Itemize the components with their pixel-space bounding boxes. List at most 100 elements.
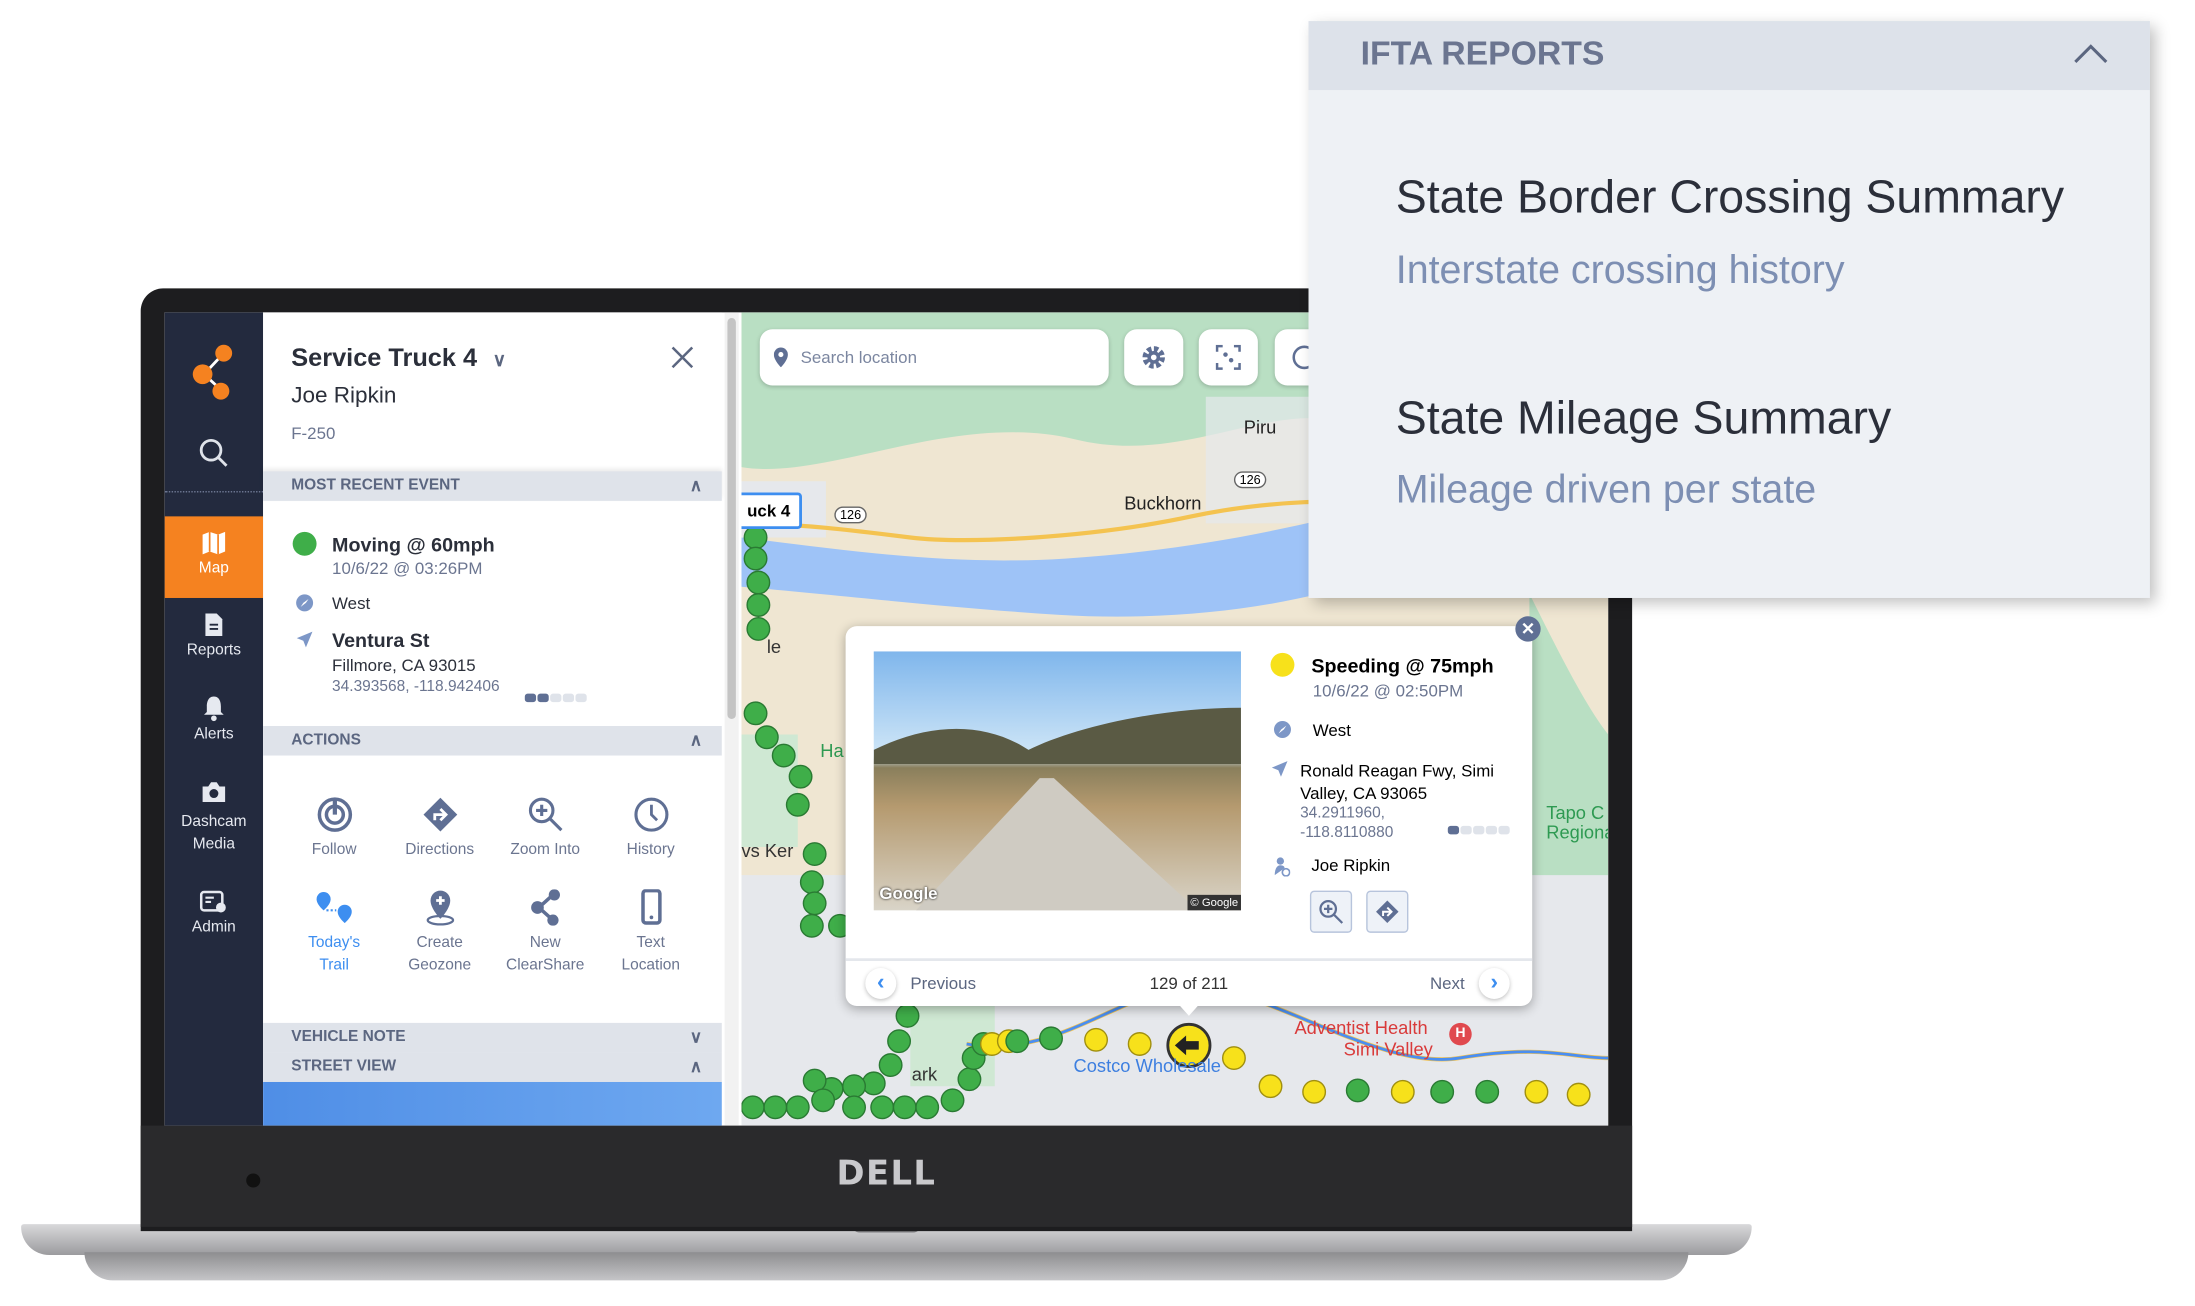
- popup-address: Ronald Reagan Fwy, Simi Valley, CA 93065: [1300, 761, 1495, 804]
- route-marker-moving[interactable]: [892, 1095, 917, 1120]
- report-link-state-mileage[interactable]: State Mileage Summary: [1396, 391, 1891, 444]
- panel-scrollbar-thumb[interactable]: [727, 317, 736, 719]
- route-marker-moving[interactable]: [842, 1095, 867, 1120]
- route-marker-speeding[interactable]: [1390, 1079, 1415, 1104]
- route-marker-speeding[interactable]: [1302, 1079, 1327, 1104]
- vehicle-name-dropdown[interactable]: Service Truck 4 ∨: [291, 343, 506, 373]
- route-marker-moving[interactable]: [861, 1071, 886, 1096]
- route-marker-moving[interactable]: [799, 913, 824, 938]
- map-label-piru: Piru: [1243, 416, 1277, 438]
- actions-header[interactable]: ACTIONS ∧: [263, 726, 722, 756]
- map-settings-button[interactable]: [1124, 329, 1184, 386]
- sidebar-item-dashcam-media[interactable]: Dashcam Media: [165, 781, 263, 865]
- route-marker-speeding[interactable]: [1221, 1046, 1246, 1071]
- route-marker-moving[interactable]: [870, 1095, 895, 1120]
- sidebar-item-alerts[interactable]: Alerts: [165, 695, 263, 765]
- route-marker-moving[interactable]: [1039, 1026, 1063, 1051]
- map-label: ark: [911, 1063, 938, 1085]
- action-create-geozone[interactable]: Create Geozone: [387, 889, 493, 976]
- action-text-location[interactable]: Text Location: [598, 889, 704, 976]
- route-marker-moving[interactable]: [1475, 1079, 1500, 1104]
- route-marker-moving[interactable]: [771, 743, 796, 768]
- event-timestamp: 10/6/22 @ 03:26PM: [332, 558, 483, 579]
- street-view-image: [263, 1081, 722, 1126]
- close-icon[interactable]: [671, 346, 694, 369]
- vehicle-note-header[interactable]: VEHICLE NOTE ∨: [263, 1022, 722, 1053]
- route-marker-moving[interactable]: [811, 1088, 836, 1113]
- route-marker-moving[interactable]: [788, 764, 813, 789]
- signal-segment: [575, 693, 587, 703]
- route-marker-moving[interactable]: [741, 1095, 765, 1120]
- route-marker-moving[interactable]: [1005, 1029, 1030, 1054]
- next-chevron-icon[interactable]: ›: [1479, 968, 1510, 999]
- route-marker-moving[interactable]: [802, 842, 827, 867]
- action-label: Create: [416, 934, 463, 952]
- popup-driver: Joe Ripkin: [1311, 855, 1391, 876]
- action-todays-trail[interactable]: Today's Trail: [281, 889, 387, 976]
- route-marker-speeding[interactable]: [1127, 1032, 1152, 1056]
- map-fit-button[interactable]: [1198, 329, 1258, 386]
- popup-directions-button[interactable]: [1366, 890, 1409, 933]
- chevron-up-icon: ∧: [689, 730, 703, 750]
- ifta-title: IFTA REPORTS: [1360, 35, 1605, 74]
- vehicle-map-label[interactable]: uck 4: [741, 492, 802, 530]
- compass-icon: [296, 594, 314, 612]
- app-logo-icon[interactable]: [190, 340, 238, 402]
- popup-close-button[interactable]: ✕: [1515, 616, 1541, 642]
- route-marker-moving[interactable]: [746, 593, 771, 617]
- popup-zoom-button[interactable]: [1309, 890, 1353, 933]
- directions-icon: [422, 797, 457, 832]
- route-marker-speeding[interactable]: [1258, 1074, 1283, 1099]
- action-zoom-into[interactable]: Zoom Into: [492, 796, 598, 861]
- action-directions[interactable]: Directions: [387, 796, 493, 861]
- route-marker-moving[interactable]: [746, 570, 771, 595]
- route-marker-moving[interactable]: [940, 1088, 965, 1113]
- route-marker-moving[interactable]: [754, 725, 779, 750]
- route-marker-moving[interactable]: [785, 1095, 810, 1120]
- route-marker-moving[interactable]: [785, 792, 810, 817]
- next-button[interactable]: Next: [1430, 974, 1465, 994]
- route-marker-moving[interactable]: [878, 1053, 903, 1078]
- route-marker-moving[interactable]: [763, 1095, 788, 1120]
- gear-icon: [1142, 346, 1165, 369]
- event-popup: Google © Google Speeding @ 75mph 10/6/22…: [845, 616, 1541, 1016]
- street-view-header[interactable]: STREET VIEW ∧: [263, 1052, 722, 1082]
- report-link-border-crossing[interactable]: State Border Crossing Summary: [1396, 170, 2064, 223]
- signal-segment: [537, 693, 549, 703]
- sidebar-item-reports[interactable]: Reports: [165, 612, 263, 682]
- route-marker-moving[interactable]: [957, 1067, 982, 1092]
- action-label: Geozone: [408, 956, 472, 974]
- route-marker-moving[interactable]: [915, 1095, 940, 1120]
- signal-segment: [1485, 825, 1498, 835]
- route-marker-moving[interactable]: [1345, 1078, 1370, 1103]
- street-view-photo[interactable]: Google © Google: [873, 651, 1241, 911]
- action-follow[interactable]: Follow: [281, 796, 387, 861]
- panel-scrollbar-track[interactable]: [724, 312, 739, 1126]
- most-recent-event-header[interactable]: MOST RECENT EVENT ∧: [263, 471, 722, 501]
- chevron-up-icon: [2074, 44, 2108, 64]
- chevron-up-icon: ∧: [689, 1056, 703, 1077]
- route-marker-moving[interactable]: [799, 870, 824, 895]
- search-icon[interactable]: [198, 438, 229, 469]
- action-history[interactable]: History: [598, 796, 704, 861]
- route-marker-moving[interactable]: [802, 891, 827, 916]
- route-marker-speeding[interactable]: [1084, 1027, 1109, 1052]
- search-location-input[interactable]: Search location: [759, 329, 1109, 386]
- event-street: Ventura St: [332, 628, 430, 652]
- route-marker-moving[interactable]: [743, 701, 768, 726]
- vehicle-panel: Service Truck 4 ∨ Joe Ripkin F-250 MOST …: [263, 312, 722, 1126]
- route-marker-moving[interactable]: [842, 1074, 867, 1099]
- sidebar-item-map[interactable]: Map: [164, 516, 264, 598]
- route-marker-moving[interactable]: [743, 546, 768, 571]
- action-label: Follow: [311, 841, 357, 859]
- popup-pagination: ‹ Previous 129 of 211 Next ›: [845, 958, 1533, 1009]
- ifta-header[interactable]: IFTA REPORTS: [1308, 21, 2150, 91]
- route-marker-speeding[interactable]: [1566, 1082, 1591, 1107]
- route-marker-speeding[interactable]: [1524, 1079, 1549, 1104]
- sidebar-item-admin[interactable]: Admin: [165, 889, 263, 959]
- route-marker-moving[interactable]: [1430, 1079, 1455, 1104]
- route-marker-moving[interactable]: [743, 525, 768, 550]
- status-dot: [292, 531, 317, 556]
- route-marker-moving[interactable]: [887, 1029, 912, 1054]
- action-new-clearshare[interactable]: New ClearShare: [492, 889, 598, 976]
